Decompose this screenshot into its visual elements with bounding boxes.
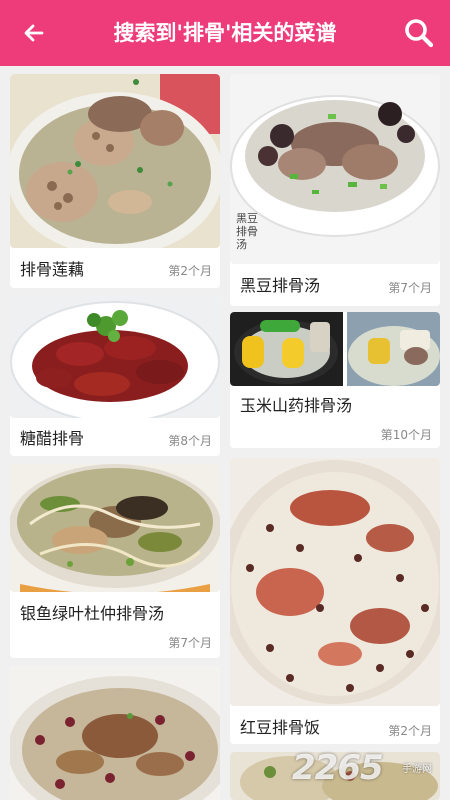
recipe-card[interactable]: 糖醋排骨 第8个月 [10, 296, 220, 456]
recipe-card[interactable]: 黑豆排骨汤 黑豆排骨汤 第7个月 [230, 74, 440, 306]
page-title: 搜索到'排骨'相关的菜谱 [113, 21, 337, 45]
back-arrow-icon [24, 24, 44, 42]
recipe-photo [230, 312, 440, 386]
recipe-photo [10, 296, 220, 418]
recipe-time: 第10个月 [380, 428, 432, 442]
recipe-photo [10, 464, 220, 592]
recipe-time: 第7个月 [168, 636, 212, 650]
recipe-name: 银鱼绿叶杜仲排骨汤 [20, 604, 165, 623]
recipe-time: 第7个月 [388, 281, 432, 295]
back-button[interactable] [16, 15, 52, 51]
photo-caption: 黑豆排骨汤 [236, 212, 258, 251]
recipe-name: 糖醋排骨 [20, 429, 85, 448]
recipe-name: 红豆排骨饭 [240, 718, 321, 737]
recipe-time: 第8个月 [168, 434, 212, 448]
recipe-photo: 黑豆排骨汤 [230, 74, 440, 264]
watermark-sub: 手游网 [402, 764, 432, 775]
watermark-logo: 2265 [292, 748, 384, 788]
recipe-name: 玉米山药排骨汤 [240, 396, 353, 415]
recipe-photo [10, 666, 220, 800]
recipe-card[interactable]: 排骨莲藕 第2个月 [10, 74, 220, 288]
recipe-time: 第2个月 [388, 724, 432, 738]
recipe-photo [10, 74, 220, 248]
top-bar: 搜索到'排骨'相关的菜谱 [0, 0, 450, 66]
search-icon [405, 19, 434, 48]
recipe-card[interactable]: 红豆排骨饭 第2个月 [230, 458, 440, 744]
recipe-name: 排骨莲藕 [20, 260, 85, 279]
recipe-name: 黑豆排骨汤 [240, 276, 321, 295]
app-root: 搜索到'排骨'相关的菜谱 排骨莲藕 第2个月 黑豆排骨汤 黑豆排骨汤 第7个月 … [0, 0, 450, 800]
search-button[interactable] [400, 14, 438, 52]
recipe-card[interactable]: 银鱼绿叶杜仲排骨汤 第7个月 [10, 464, 220, 658]
recipe-card[interactable]: 玉米山药排骨汤 第10个月 [230, 312, 440, 448]
recipe-card-partial[interactable] [10, 666, 220, 800]
recipe-photo [230, 458, 440, 706]
recipe-time: 第2个月 [168, 264, 212, 278]
